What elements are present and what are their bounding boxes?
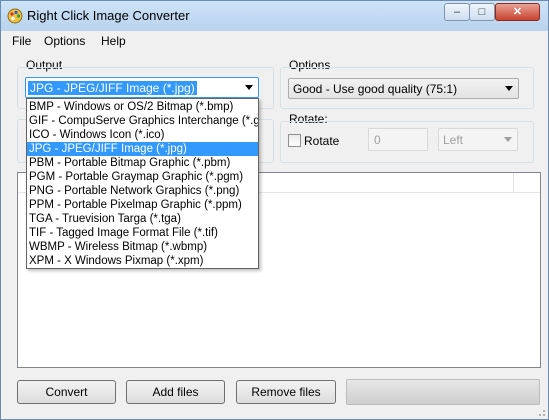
dropdown-option[interactable]: GIF - CompuServe Graphics Interchange (*…: [27, 114, 258, 128]
chevron-down-icon: [505, 86, 513, 91]
dropdown-option[interactable]: JPG - JPEG/JIFF Image (*.jpg): [27, 142, 258, 156]
menu-help[interactable]: Help: [101, 34, 126, 48]
add-files-button[interactable]: Add files: [126, 380, 225, 404]
dropdown-option[interactable]: PNG - Portable Network Graphics (*.png): [27, 184, 258, 198]
rotate-direction-select[interactable]: Left: [438, 128, 518, 151]
rotate-checkbox-label[interactable]: Rotate: [304, 134, 339, 148]
convert-button[interactable]: Convert: [17, 380, 116, 404]
menu-options[interactable]: Options: [44, 34, 85, 48]
window-title: Right Click Image Converter: [27, 8, 190, 23]
resize-grip-icon[interactable]: [536, 407, 546, 417]
rotate-direction-value: Left: [443, 133, 464, 147]
quality-value: Good - Use good quality (75:1): [293, 82, 458, 96]
chevron-down-icon: [245, 85, 253, 90]
app-window: Right Click Image Converter – □ ✕ File O…: [0, 0, 549, 420]
maximize-button[interactable]: □: [469, 3, 495, 21]
remove-files-button[interactable]: Remove files: [236, 380, 336, 404]
output-format-select[interactable]: JPG - JPEG/JIFF Image (*.jpg): [25, 77, 259, 98]
dropdown-option[interactable]: TGA - Truevision Targa (*.tga): [27, 212, 258, 226]
dropdown-option[interactable]: XPM - X Windows Pixmap (*.xpm): [27, 254, 258, 268]
progress-bar: [346, 379, 540, 405]
close-button[interactable]: ✕: [495, 3, 540, 21]
rotate-angle-value: 0: [374, 133, 381, 147]
title-bar[interactable]: Right Click Image Converter – □ ✕: [1, 1, 548, 31]
dropdown-option[interactable]: ICO - Windows Icon (*.ico): [27, 128, 258, 142]
output-format-value: JPG - JPEG/JIFF Image (*.jpg): [28, 81, 197, 95]
output-format-dropdown[interactable]: BMP - Windows or OS/2 Bitmap (*.bmp) GIF …: [26, 98, 259, 269]
dropdown-option[interactable]: PPM - Portable Pixelmap Graphic (*.ppm): [27, 198, 258, 212]
minimize-button[interactable]: –: [444, 3, 470, 21]
rotate-angle-input[interactable]: 0: [368, 128, 428, 151]
dropdown-option[interactable]: BMP - Windows or OS/2 Bitmap (*.bmp): [27, 100, 258, 114]
dropdown-option[interactable]: TIF - Tagged Image Format File (*.tif): [27, 226, 258, 240]
dropdown-option[interactable]: PGM - Portable Graymap Graphic (*.pgm): [27, 170, 258, 184]
dropdown-option[interactable]: PBM - Portable Bitmap Graphic (*.pbm): [27, 156, 258, 170]
dropdown-option[interactable]: WBMP - Wireless Bitmap (*.wbmp): [27, 240, 258, 254]
column-divider: [513, 173, 514, 192]
menu-bar: File Options Help: [1, 31, 548, 51]
palette-icon: [7, 8, 23, 24]
quality-select[interactable]: Good - Use good quality (75:1): [288, 78, 519, 99]
chevron-down-icon: [504, 137, 512, 142]
menu-file[interactable]: File: [12, 34, 31, 48]
rotate-checkbox[interactable]: [288, 134, 301, 147]
